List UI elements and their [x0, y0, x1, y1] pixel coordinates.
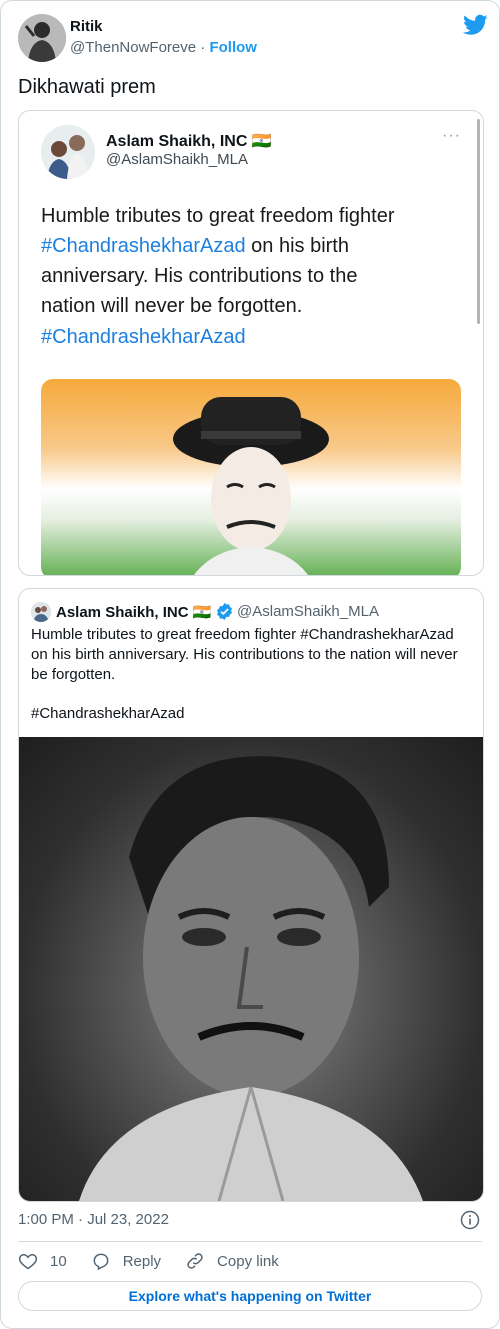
reply-icon — [93, 1253, 109, 1271]
tweet-embed-card: Ritik @ThenNowForeve · Follow Dikhawati … — [0, 0, 500, 1329]
like-button[interactable]: 10 — [18, 1251, 67, 1271]
tweet-media-screenshot[interactable]: Aslam Shaikh, INC 🇮🇳 @AslamShaikh_MLA ··… — [18, 110, 484, 576]
screenshot-avatar — [41, 125, 95, 179]
more-icon: ··· — [442, 127, 461, 144]
tweet-timestamp[interactable]: 1:00 PM · Jul 23, 2022 — [18, 1211, 169, 1228]
reply-button[interactable]: Reply — [91, 1251, 161, 1271]
author-handle[interactable]: @ThenNowForeve — [70, 39, 196, 56]
link-icon — [187, 1253, 203, 1269]
tweet-header: Ritik @ThenNowForeve · Follow — [18, 14, 488, 62]
copy-link-button[interactable]: Copy link — [185, 1251, 279, 1271]
quoted-author-avatar — [31, 602, 51, 622]
quoted-author-handle: @AslamShaikh_MLA — [237, 603, 379, 620]
quoted-author-name: Aslam Shaikh, INC 🇮🇳 — [56, 603, 233, 621]
author-name[interactable]: Ritik — [70, 18, 103, 35]
screenshot-author-name: Aslam Shaikh, INC 🇮🇳 — [106, 133, 272, 150]
screenshot-tweet-text: Humble tributes to great freedom fighter… — [41, 205, 395, 317]
like-count: 10 — [50, 1252, 67, 1270]
quoted-tweet-text: Humble tributes to great freedom fighter… — [31, 626, 458, 683]
screenshot-author-handle: @AslamShaikh_MLA — [106, 151, 248, 168]
author-handle-row: @ThenNowForeve · Follow — [70, 39, 257, 56]
author-avatar[interactable] — [18, 14, 66, 62]
scrollbar — [477, 119, 480, 324]
heart-icon — [18, 1253, 38, 1270]
screenshot-portrait-image — [41, 379, 461, 575]
explore-button[interactable]: Explore what's happening on Twitter — [18, 1281, 482, 1311]
separator-dot: · — [200, 39, 206, 56]
info-icon[interactable] — [460, 1210, 480, 1230]
quoted-hashtag: #ChandrashekharAzad — [31, 705, 185, 722]
quoted-photo — [19, 737, 483, 1201]
copy-link-label: Copy link — [217, 1252, 279, 1270]
quoted-tweet[interactable]: Aslam Shaikh, INC 🇮🇳 @AslamShaikh_MLA Hu… — [18, 588, 484, 1202]
tweet-text: Dikhawati prem — [18, 76, 156, 98]
reply-label: Reply — [122, 1252, 162, 1270]
verified-badge-icon — [216, 603, 232, 620]
screenshot-hashtag: #ChandrashekharAzad — [41, 326, 246, 348]
twitter-bird-icon[interactable] — [463, 14, 488, 36]
follow-button[interactable]: Follow — [209, 39, 257, 56]
divider — [18, 1241, 482, 1242]
action-bar: 10 Reply Copy link — [18, 1249, 303, 1273]
